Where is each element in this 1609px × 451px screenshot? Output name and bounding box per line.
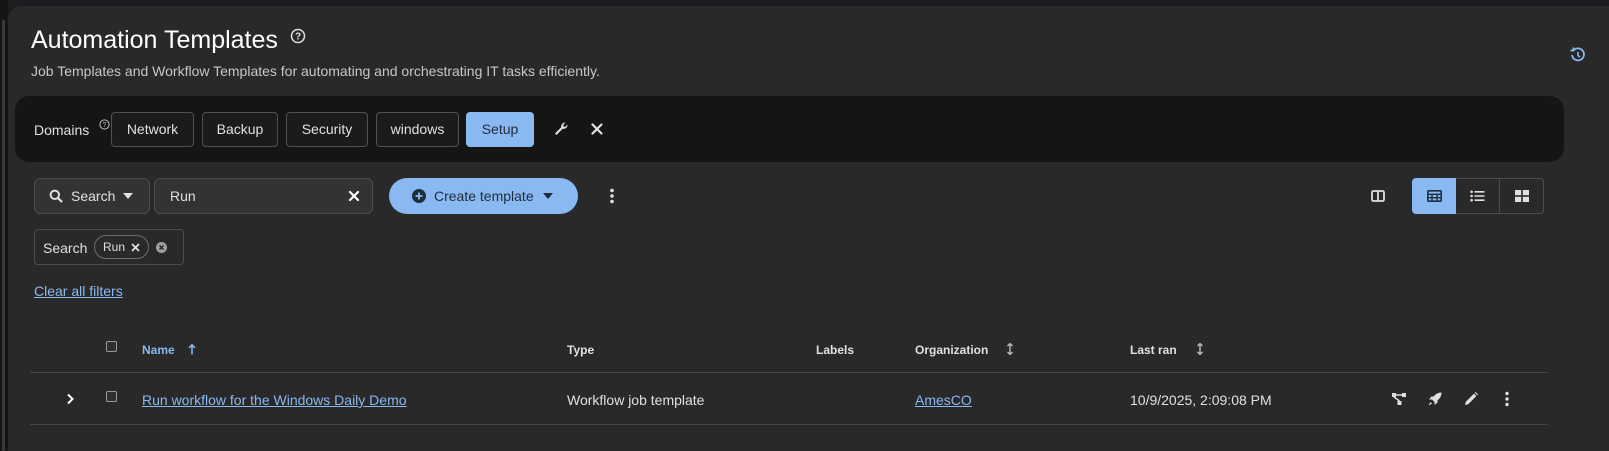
row-divider bbox=[30, 424, 1548, 425]
domains-help-icon[interactable]: ? bbox=[99, 119, 110, 130]
rocket-launch-icon[interactable] bbox=[1426, 390, 1444, 408]
table-view-icon[interactable] bbox=[1412, 178, 1456, 214]
column-header-last-ran[interactable]: Last ran bbox=[1130, 343, 1204, 357]
filter-chip-group: Search Run bbox=[34, 229, 184, 265]
domain-windows-button[interactable]: windows bbox=[376, 112, 459, 147]
column-header-type[interactable]: Type bbox=[567, 343, 594, 357]
history-icon[interactable] bbox=[1569, 46, 1587, 64]
page-title: Automation Templates bbox=[31, 26, 278, 54]
clear-search-icon[interactable] bbox=[348, 190, 360, 202]
last-ran-value: 10/9/2025, 2:09:08 PM bbox=[1130, 392, 1272, 408]
clear-all-filters-link[interactable]: Clear all filters bbox=[34, 283, 123, 299]
column-header-last-ran-label: Last ran bbox=[1130, 343, 1177, 357]
caret-down-icon bbox=[543, 193, 553, 199]
close-icon[interactable] bbox=[588, 120, 606, 138]
column-header-name[interactable]: Name bbox=[142, 343, 196, 357]
create-template-label: Create template bbox=[434, 188, 534, 204]
plus-circle-icon bbox=[412, 189, 426, 203]
page: Automation Templates ? Job Templates and… bbox=[8, 6, 1609, 451]
search-input[interactable]: Run bbox=[154, 178, 373, 214]
caret-down-icon bbox=[123, 193, 133, 199]
search-input-value: Run bbox=[170, 188, 196, 204]
select-all-checkbox[interactable] bbox=[106, 341, 117, 352]
help-icon[interactable]: ? bbox=[290, 28, 306, 44]
search-select-label: Search bbox=[71, 188, 116, 204]
search-type-select[interactable]: Search bbox=[34, 178, 150, 214]
window-edge bbox=[0, 0, 8, 451]
svg-text:?: ? bbox=[295, 32, 301, 43]
row-checkbox[interactable] bbox=[106, 391, 117, 402]
domain-security-button[interactable]: Security bbox=[286, 112, 368, 147]
pencil-edit-icon[interactable] bbox=[1462, 390, 1480, 408]
chip-group-label: Search bbox=[43, 240, 88, 256]
remove-chip-group-icon[interactable] bbox=[156, 242, 167, 253]
column-header-labels: Labels bbox=[816, 343, 855, 357]
sort-icon bbox=[1196, 343, 1204, 355]
toolbar-kebab-icon[interactable] bbox=[604, 187, 620, 205]
sort-icon bbox=[1006, 343, 1014, 355]
sort-ascending-icon bbox=[188, 344, 196, 355]
list-view-icon[interactable] bbox=[1456, 178, 1500, 214]
wrench-icon[interactable] bbox=[552, 120, 570, 138]
column-header-name-label: Name bbox=[142, 343, 175, 357]
domains-bar: Domains ? Network Backup Security window… bbox=[15, 96, 1564, 162]
organization-link[interactable]: AmesCO bbox=[915, 392, 972, 408]
workflow-visualizer-icon[interactable] bbox=[1390, 390, 1408, 408]
domains-label: Domains bbox=[34, 122, 90, 138]
row-kebab-icon[interactable] bbox=[1498, 390, 1516, 408]
template-type: Workflow job template bbox=[567, 392, 705, 408]
page-subtitle: Job Templates and Workflow Templates for… bbox=[31, 63, 600, 79]
header-divider bbox=[30, 372, 1548, 373]
column-header-organization[interactable]: Organization bbox=[915, 343, 1014, 357]
svg-text:?: ? bbox=[103, 122, 107, 129]
domain-setup-button[interactable]: Setup bbox=[466, 112, 534, 147]
expand-row-icon[interactable] bbox=[66, 393, 74, 405]
card-view-icon[interactable] bbox=[1500, 178, 1544, 214]
create-template-button[interactable]: Create template bbox=[389, 178, 578, 214]
column-manage-icon[interactable] bbox=[1356, 178, 1400, 214]
column-header-organization-label: Organization bbox=[915, 343, 989, 357]
domain-backup-button[interactable]: Backup bbox=[202, 112, 278, 147]
remove-chip-icon[interactable] bbox=[131, 243, 140, 252]
domain-network-button[interactable]: Network bbox=[111, 112, 194, 147]
filter-chip: Run bbox=[94, 235, 150, 259]
filter-chip-label: Run bbox=[103, 240, 126, 254]
template-name-link[interactable]: Run workflow for the Windows Daily Demo bbox=[142, 392, 407, 408]
search-icon bbox=[49, 189, 63, 203]
